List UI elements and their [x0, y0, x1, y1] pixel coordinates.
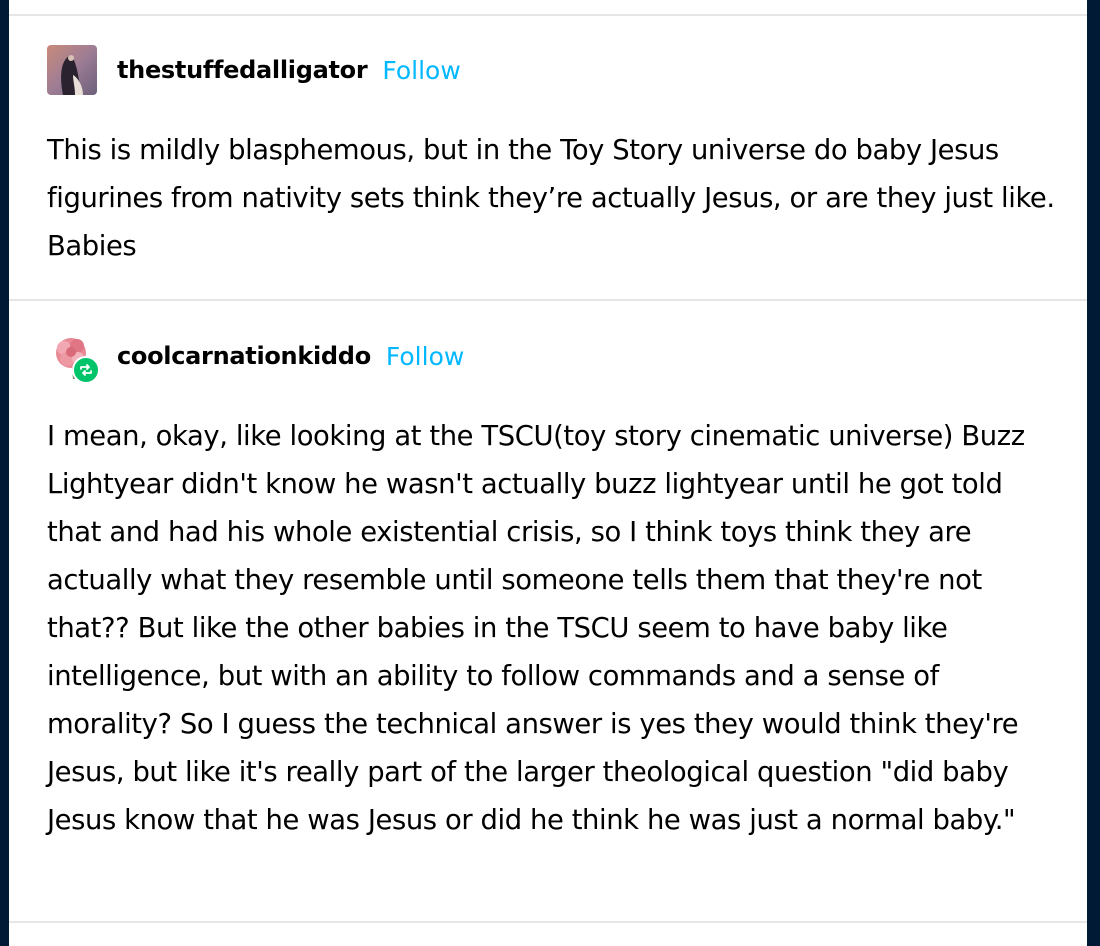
post-header: thestuffedalligator Follow: [47, 45, 1057, 95]
avatar[interactable]: [47, 331, 100, 384]
post-header: coolcarnationkiddo Follow: [47, 331, 1057, 384]
username[interactable]: thestuffedalligator: [117, 56, 368, 84]
divider: [9, 14, 1087, 16]
avatar[interactable]: [47, 45, 97, 95]
post-text: This is mildly blasphemous, but in the T…: [47, 135, 1055, 262]
divider: [9, 299, 1087, 301]
follow-button[interactable]: Follow: [386, 342, 464, 371]
avatar-image: [47, 45, 97, 95]
post-coolcarnationkiddo: coolcarnationkiddo Follow I mean, okay, …: [47, 331, 1057, 845]
post-thestuffedalligator: thestuffedalligator Follow This is mildl…: [47, 45, 1057, 271]
post-thread-panel: thestuffedalligator Follow This is mildl…: [9, 0, 1087, 946]
divider: [9, 921, 1087, 923]
follow-button[interactable]: Follow: [382, 56, 460, 85]
reblog-icon: [72, 356, 100, 384]
username[interactable]: coolcarnationkiddo: [117, 342, 371, 370]
post-text: I mean, okay, like looking at the TSCU(t…: [47, 421, 1025, 836]
